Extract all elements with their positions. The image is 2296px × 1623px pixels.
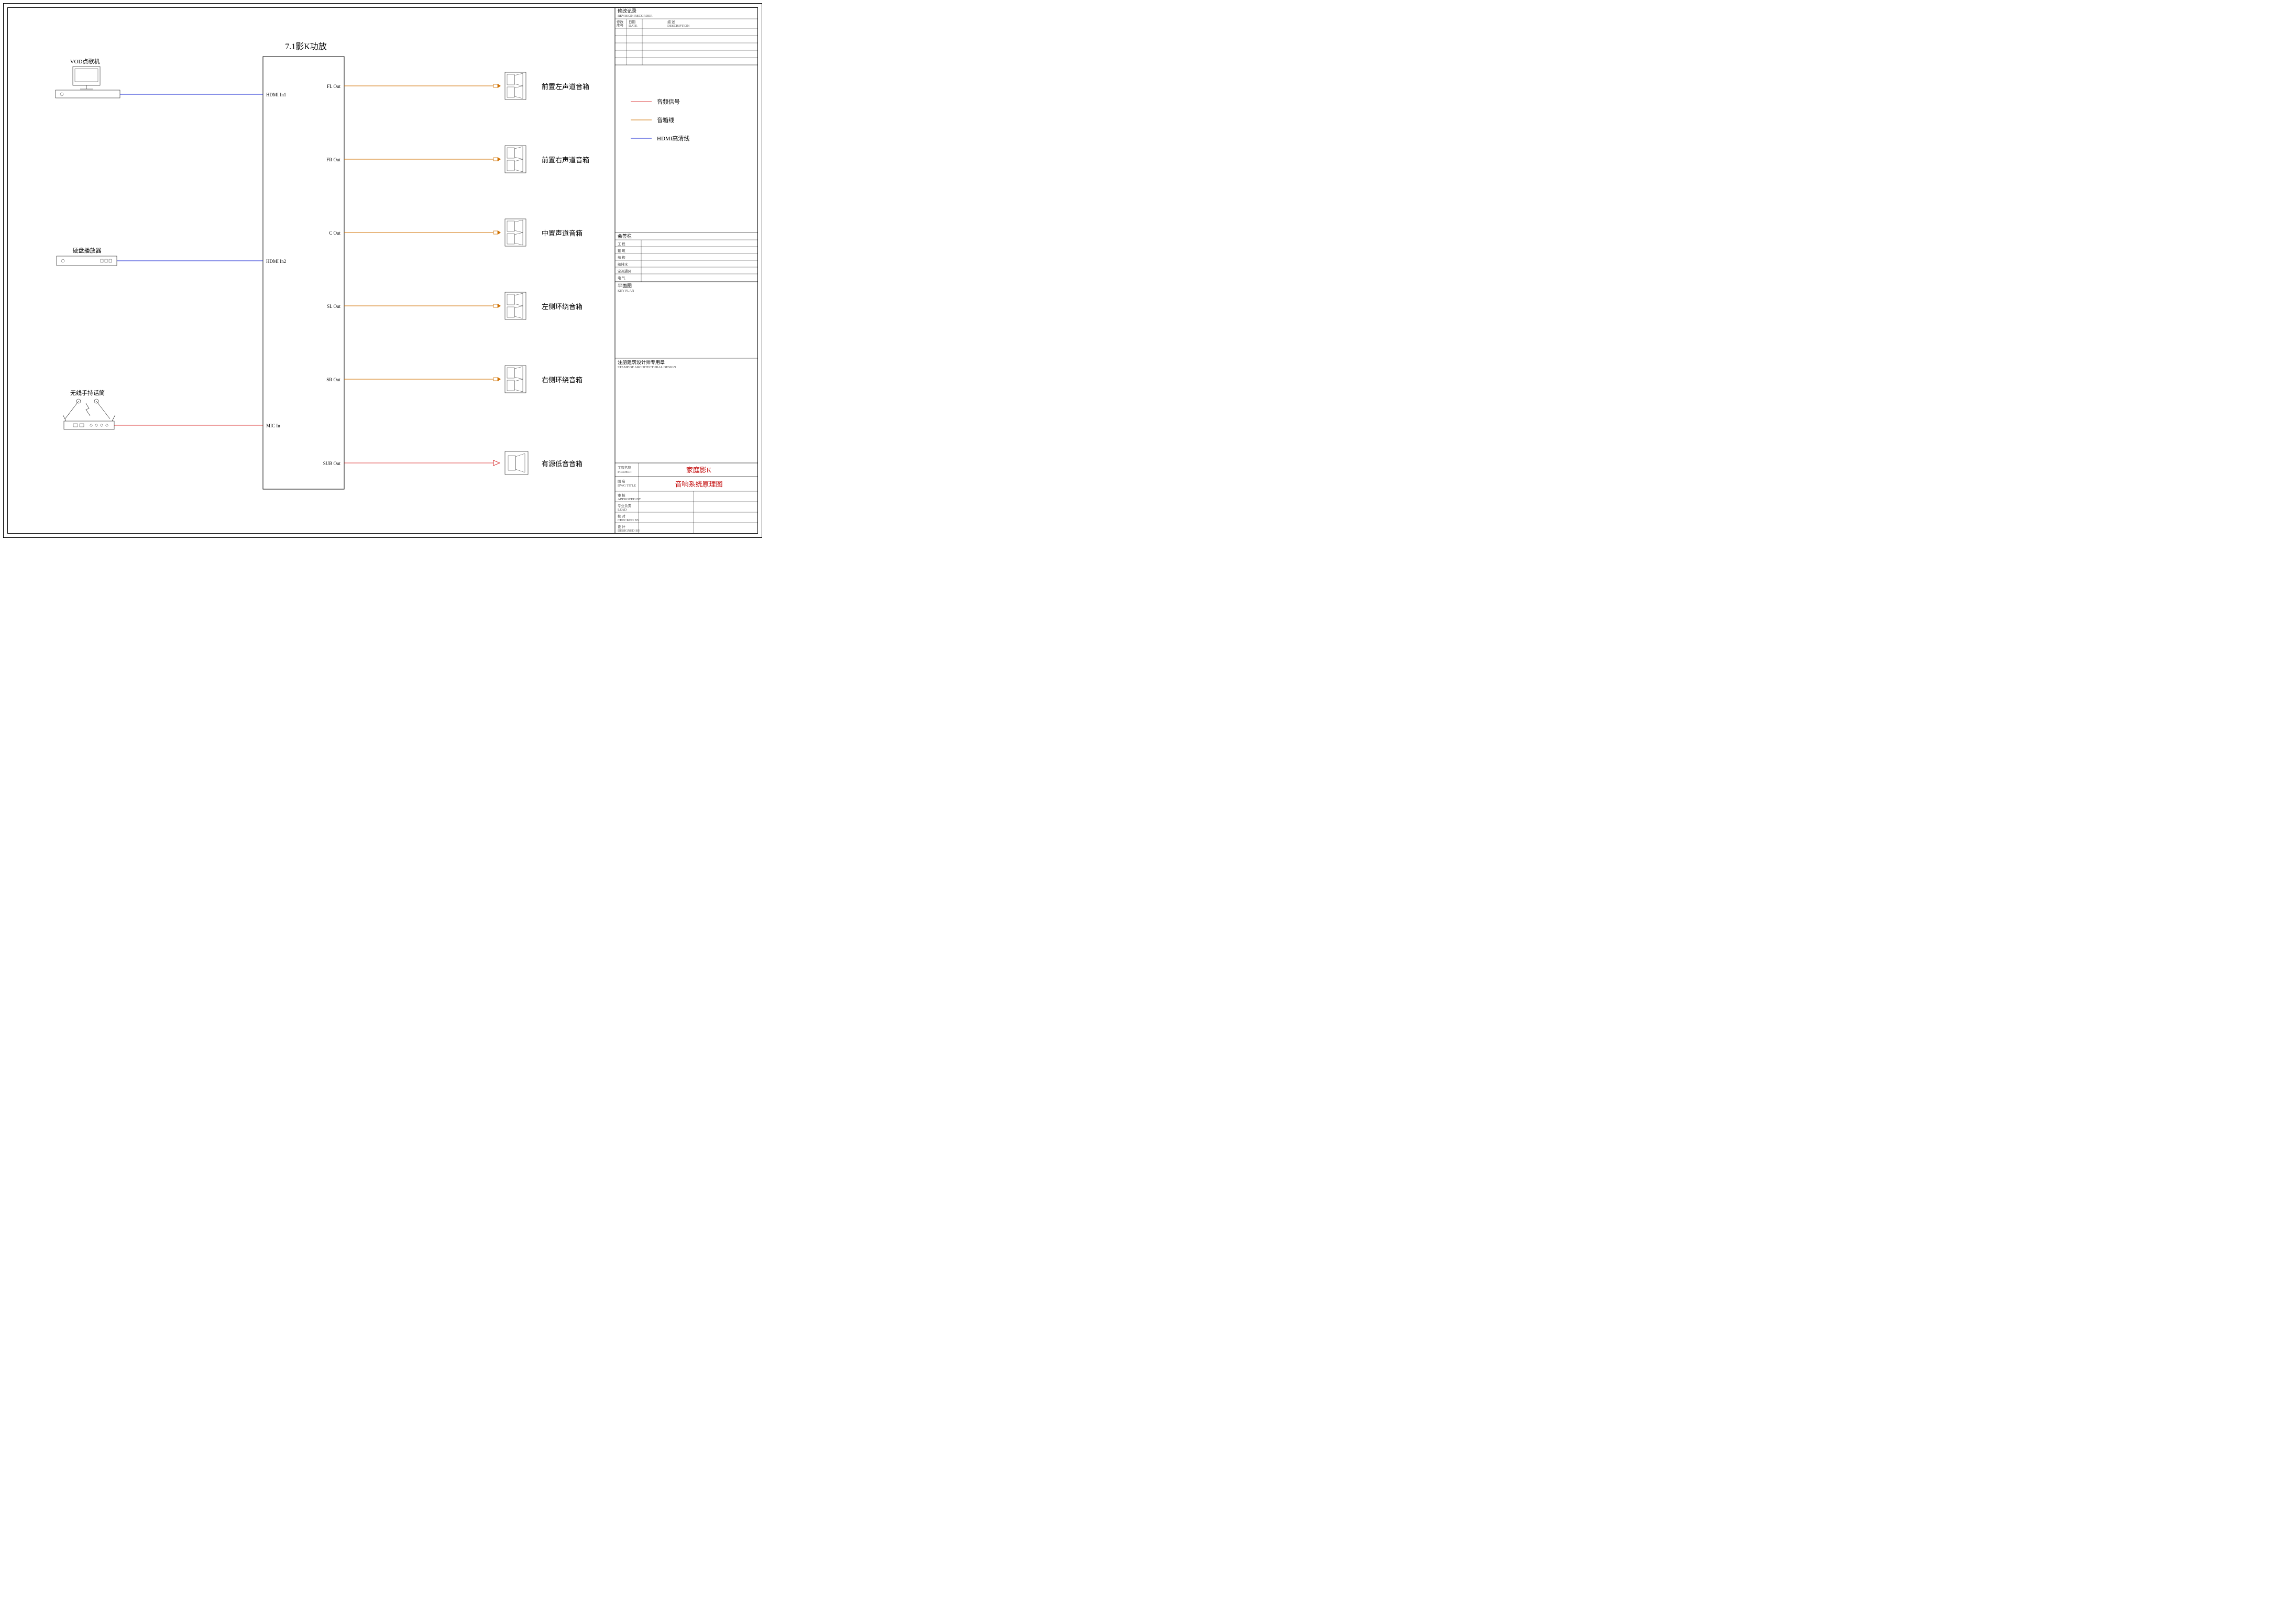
rev-hdr: 修改记录 [618, 8, 636, 14]
spk-c-label: 中置声道音箱 [542, 229, 583, 237]
rev-c2b: DATE [629, 24, 638, 28]
stamp-box: 注册建筑设计师专用章 STAMP OF ARCHITECTURAL DESIGN [615, 358, 758, 369]
port-sr: SR Out [326, 377, 340, 382]
port-c: C Out [329, 230, 340, 236]
tb-design-len: DESIGNED BY [618, 529, 640, 533]
port-hdmi-in2: HDMI In2 [266, 259, 286, 264]
tb-title-len: DWG TITLE [618, 484, 636, 488]
port-fl: FL Out [327, 84, 340, 89]
meet-hdr: 会签栏 [618, 233, 632, 239]
tb-title-l: 图 名 [618, 479, 625, 483]
meet-r1: 建 筑 [618, 248, 625, 253]
amp-title: 7.1影K功放 [285, 42, 327, 51]
port-sl: SL Out [327, 304, 340, 309]
key-plan-box: 平面图 KEY PLAN [615, 282, 758, 293]
diagram-canvas: VOD点歌机 硬盘播放器 无线手持话筒 [7, 7, 758, 534]
legend-audio: 音频信号 [657, 98, 680, 105]
stamp-hdr-en: STAMP OF ARCHITECTURAL DESIGN [618, 366, 676, 369]
rev-c1b: 序号 [617, 23, 624, 28]
tb-check-l: 校 对 [618, 514, 625, 518]
legend-speaker: 音箱线 [657, 116, 674, 124]
spk-sl-icon [505, 292, 526, 319]
plug-fl [493, 84, 501, 88]
rev-c3b: DESCRIPTION [667, 24, 690, 28]
rev-c1a: 修改 [617, 19, 624, 24]
spk-c-icon [505, 219, 526, 246]
meet-r0: 工 程 [618, 241, 625, 246]
mic-label: 无线手持话筒 [70, 389, 105, 396]
tb-check-len: CHECKED BY [618, 518, 640, 522]
meet-r2: 结 构 [618, 255, 625, 260]
port-sub: SUB Out [323, 461, 341, 466]
meet-r4: 空调通风 [618, 269, 632, 273]
meet-r3: 给排水 [618, 262, 628, 267]
spk-sub-icon [505, 451, 528, 474]
plug-c [493, 230, 501, 235]
plug-sr [493, 377, 501, 381]
tb-review-len: APPROVED BY [618, 498, 641, 501]
arrow-sub [493, 460, 500, 466]
tb-review-l: 审 核 [618, 493, 625, 498]
port-fr: FR Out [326, 157, 340, 162]
rev-c3a: 描 述 [667, 19, 675, 24]
spk-sub-label: 有源低音音箱 [542, 460, 583, 468]
device-hdd: 硬盘播放器 [57, 247, 117, 266]
tb-lead-len: LEAD [618, 508, 627, 512]
hdd-label: 硬盘播放器 [73, 247, 102, 254]
meet-r5: 电 气 [618, 275, 625, 280]
device-vod: VOD点歌机 [56, 58, 120, 98]
tb-project-len: PROJECT [618, 470, 632, 474]
drawing-sheet: VOD点歌机 硬盘播放器 无线手持话筒 [0, 0, 765, 541]
rev-hdr-en: REVISION RECORDER [618, 14, 653, 18]
device-wireless-mic: 无线手持话筒 [63, 389, 115, 429]
meeting-sign-table: 会签栏 工 程 建 筑 结 构 给排水 空调通风 电 气 [615, 233, 758, 282]
plan-hdr: 平面图 [618, 283, 632, 289]
spk-sl-label: 左侧环绕音箱 [542, 303, 583, 311]
spk-fl-icon [505, 72, 526, 100]
spk-sr-label: 右侧环绕音箱 [542, 376, 583, 384]
legend: 音频信号 音箱线 HDMI高清线 [631, 98, 689, 142]
port-hdmi-in1: HDMI In1 [266, 92, 286, 97]
revision-table: 修改记录 REVISION RECORDER 修改 序号 日期 DATE 描 述… [615, 7, 758, 65]
spk-fr-icon [505, 146, 526, 173]
tb-project-l: 工程名称 [618, 465, 632, 470]
spk-fl-label: 前置左声道音箱 [542, 83, 589, 91]
plug-fr [493, 157, 501, 161]
vod-label: VOD点歌机 [70, 58, 100, 65]
tb-design-l: 设 计 [618, 524, 625, 529]
spk-fr-label: 前置右声道音箱 [542, 156, 589, 164]
plug-sl [493, 304, 501, 308]
tb-project-v: 家庭影K [686, 466, 712, 474]
spk-sr-icon [505, 366, 526, 393]
tb-title-v: 音响系统原理图 [675, 480, 722, 488]
stamp-hdr: 注册建筑设计师专用章 [618, 359, 665, 365]
rev-c2a: 日期 [629, 20, 636, 24]
plan-hdr-en: KEY PLAN [618, 289, 634, 293]
port-mic-in: MIC In [266, 423, 280, 428]
titleblock-info: 工程名称 PROJECT 家庭影K 图 名 DWG TITLE 音响系统原理图 … [615, 463, 758, 534]
tb-lead-l: 专业负责 [618, 503, 632, 508]
legend-hdmi: HDMI高清线 [657, 135, 689, 142]
